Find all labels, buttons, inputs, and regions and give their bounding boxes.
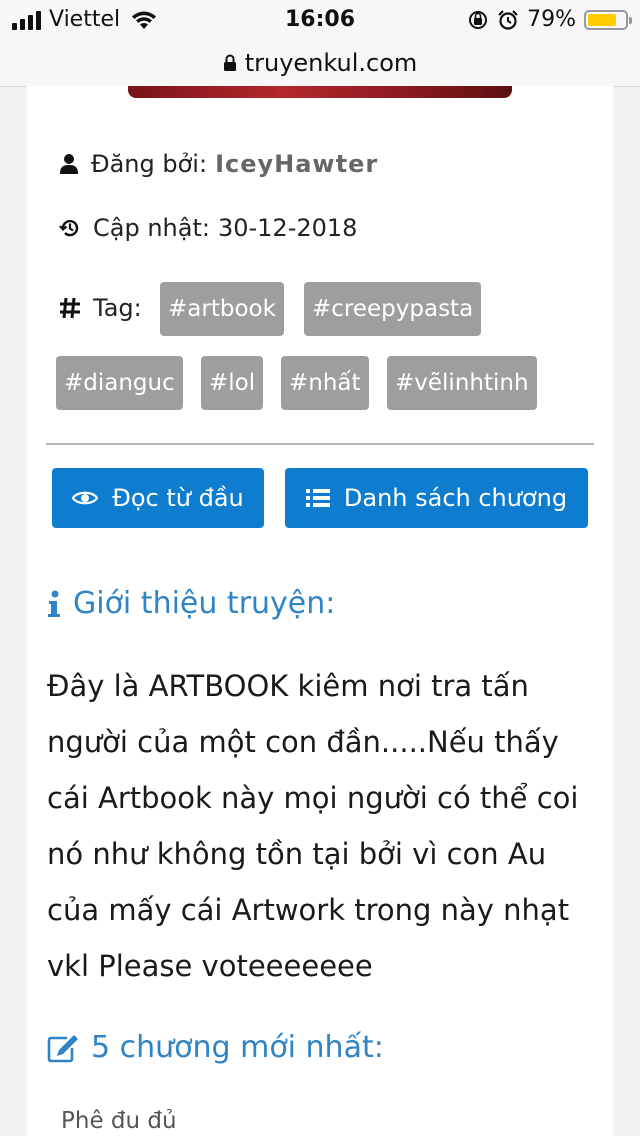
url-text: truyenkul.com	[244, 49, 418, 77]
battery-icon	[584, 9, 632, 30]
story-description: Đây là ARTBOOK kiêm nơi tra tấn người củ…	[47, 669, 579, 983]
battery-percent: 79%	[527, 7, 576, 32]
tag-creepypasta[interactable]: #creepypasta	[304, 282, 482, 336]
posted-by-row: Đăng bởi: IceyHawter	[59, 150, 378, 178]
updated-label: Cập nhật:	[93, 214, 210, 242]
posted-by-label: Đăng bởi:	[91, 150, 208, 178]
divider	[46, 443, 594, 445]
chapter-list-label: Danh sách chương	[343, 484, 568, 512]
tag-row-label: Tag:	[59, 294, 142, 322]
latest-chapters-heading: 5 chương mới nhất:	[47, 1030, 384, 1065]
orientation-lock-icon	[469, 10, 488, 29]
status-right: 79%	[467, 7, 632, 32]
battery-level	[588, 13, 617, 26]
read-from-start-button[interactable]: Đọc từ đầu	[52, 468, 264, 528]
intro-heading: Giới thiệu truyện:	[47, 586, 335, 621]
tag-velinhtinh[interactable]: #vẽlinhtinh	[387, 356, 537, 410]
address-bar[interactable]: truyenkul.com	[0, 40, 640, 87]
tag-lol[interactable]: #lol	[201, 356, 264, 410]
intro-title: Giới thiệu truyện:	[73, 586, 336, 621]
read-from-start-label: Đọc từ đầu	[112, 484, 244, 512]
edit-icon	[47, 1034, 78, 1062]
chapter-list-button[interactable]: Danh sách chương	[285, 468, 588, 528]
list-icon	[305, 489, 330, 507]
hashtag-icon	[60, 297, 80, 319]
story-card: Đăng bởi: IceyHawter Cập nhật: 30-12-201…	[27, 86, 613, 1136]
latest-chapters-title: 5 chương mới nhất:	[91, 1030, 384, 1065]
user-icon	[60, 154, 78, 174]
status-bar: Viettel 16:06 79%	[0, 0, 640, 40]
lock-icon	[223, 54, 236, 71]
uploader-name[interactable]: IceyHawter	[215, 150, 378, 178]
info-icon	[48, 590, 60, 617]
tag-nhat[interactable]: #nhất	[281, 356, 369, 410]
alarm-icon	[498, 9, 518, 30]
eye-icon	[72, 491, 99, 505]
history-icon	[59, 219, 79, 237]
updated-date: 30-12-2018	[217, 214, 358, 242]
chapter-item[interactable]: Phê đu đủ	[61, 1108, 177, 1134]
updated-row: Cập nhật: 30-12-2018	[59, 214, 357, 242]
cover-image[interactable]	[128, 86, 512, 98]
tag-label: Tag:	[93, 294, 142, 322]
tag-artbook[interactable]: #artbook	[160, 282, 284, 336]
tag-dianguc[interactable]: #dianguc	[56, 356, 183, 410]
